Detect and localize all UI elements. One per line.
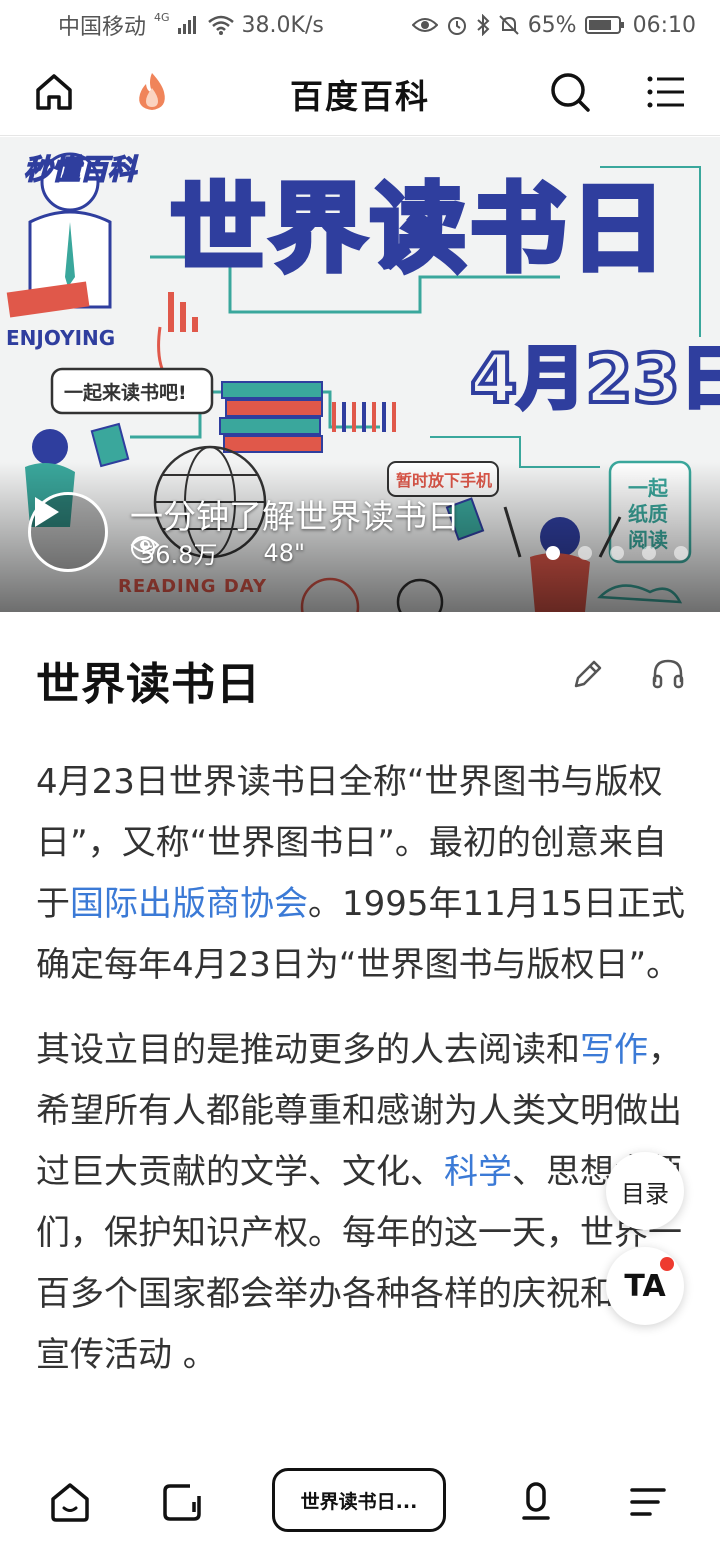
- battery-icon: [584, 15, 625, 35]
- p2-text-a: 其设立目的是推动更多的人去阅读和: [36, 1030, 580, 1070]
- status-left: 中国移动 4G 38.0K/s: [58, 9, 324, 41]
- hero-video-banner[interactable]: 秒懂百科 世界读书日 4月23日 ENJOYING 一起来读书吧! 暂时放下手机…: [0, 137, 720, 612]
- ta-button[interactable]: TA: [606, 1247, 684, 1325]
- carrier-label: 中国移动: [58, 15, 147, 40]
- bottom-toolbar: 世界读书日...: [0, 1448, 720, 1560]
- signal-icon: [177, 16, 200, 34]
- current-page-pill[interactable]: 世界读书日...: [272, 1468, 446, 1532]
- battery-percent: 65%: [527, 12, 577, 38]
- wifi-icon: [207, 15, 234, 35]
- article-header: 世界读书日: [36, 648, 686, 710]
- carousel-dot[interactable]: [610, 546, 624, 560]
- search-button[interactable]: [546, 68, 594, 116]
- network-speed: 38.0K/s: [241, 12, 324, 38]
- top-nav: 百度百科: [0, 50, 720, 136]
- network-type: 4G: [154, 10, 170, 24]
- page-title: 百度百科: [290, 77, 430, 116]
- carousel-dot[interactable]: [674, 546, 688, 560]
- play-button[interactable]: [28, 492, 108, 572]
- notification-dot: [660, 1257, 674, 1271]
- status-bar: 中国移动 4G 38.0K/s 65% 06:10: [0, 0, 720, 50]
- paragraph-2: 其设立目的是推动更多的人去阅读和写作，希望所有人都能尊重和感谢为人类文明做出过巨…: [36, 1020, 686, 1386]
- microphone-icon: [522, 1482, 550, 1520]
- play-icon: [35, 497, 59, 527]
- brand-logo: 秒懂百科: [24, 153, 138, 186]
- bubble-left: 一起来读书吧!: [64, 381, 187, 404]
- menu-button[interactable]: [642, 68, 690, 116]
- alarm-icon: [446, 14, 468, 36]
- banner-date: 4月23日: [470, 340, 720, 419]
- voice-button[interactable]: [512, 1478, 560, 1526]
- link-international-publishers-association[interactable]: 国际出版商协会: [70, 884, 308, 924]
- link-writing[interactable]: 写作: [580, 1030, 648, 1070]
- link-science[interactable]: 科学: [444, 1152, 512, 1192]
- video-caption: 一分钟了解世界读书日: [130, 497, 460, 536]
- article-body: 4月23日世界读书日全称“世界图书与版权日”，又称“世界图书日”。最初的创意来自…: [36, 752, 686, 1410]
- bottom-home-button[interactable]: [46, 1478, 94, 1526]
- menu-lines-icon: [630, 1488, 666, 1516]
- tabs-button[interactable]: [158, 1478, 206, 1526]
- status-right: 65% 06:10: [411, 12, 696, 38]
- toc-button[interactable]: 目录: [606, 1152, 684, 1230]
- edit-button[interactable]: [570, 656, 606, 692]
- carousel-dot[interactable]: [578, 546, 592, 560]
- tabs-icon: [163, 1484, 201, 1521]
- home-smile-icon: [51, 1483, 89, 1522]
- carousel-indicator: [546, 546, 688, 560]
- mute-bell-icon: [498, 14, 520, 36]
- banner-title: 世界读书日: [170, 173, 670, 285]
- eye-icon: [411, 16, 438, 34]
- list-menu-icon: [647, 76, 684, 108]
- bluetooth-icon: [476, 14, 490, 36]
- pencil-icon: [574, 660, 602, 688]
- video-duration: 48": [263, 538, 306, 567]
- video-meta: 56.8万 48": [130, 535, 305, 570]
- paragraph-1: 4月23日世界读书日全称“世界图书与版权日”，又称“世界图书日”。最初的创意来自…: [36, 752, 686, 996]
- more-menu-button[interactable]: [624, 1478, 672, 1526]
- headphones-icon: [652, 659, 684, 689]
- listen-button[interactable]: [650, 656, 686, 692]
- clock: 06:10: [632, 12, 696, 38]
- carousel-dot[interactable]: [642, 546, 656, 560]
- ta-label: TA: [624, 1268, 666, 1304]
- carousel-dot[interactable]: [546, 546, 560, 560]
- search-icon: [551, 73, 590, 112]
- enjoying-text: ENJOYING: [6, 326, 115, 350]
